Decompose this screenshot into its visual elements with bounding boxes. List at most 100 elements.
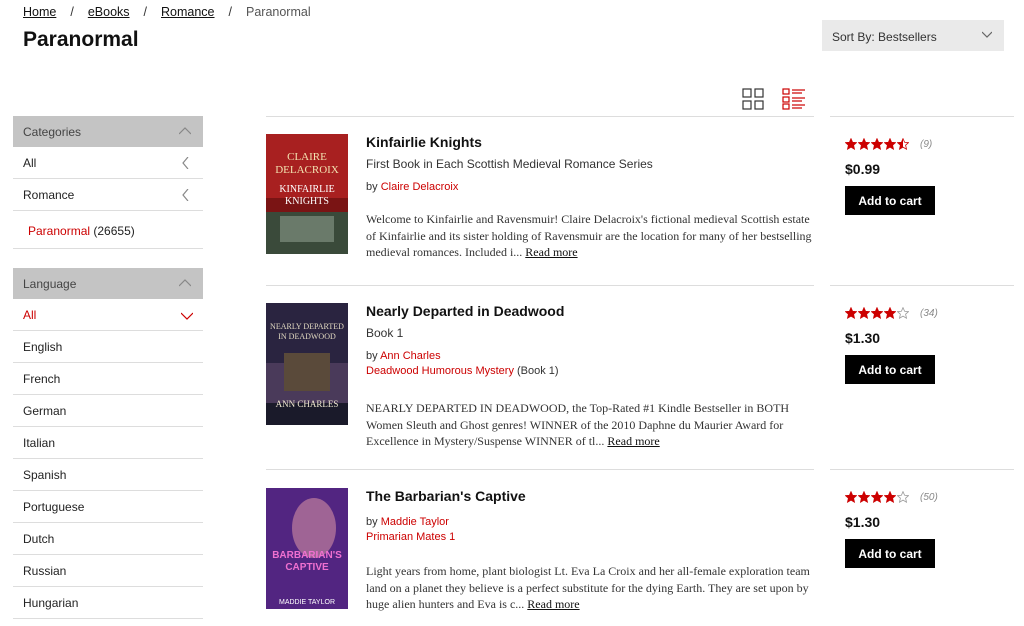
author-link[interactable]: Maddie Taylor — [381, 516, 449, 528]
read-more-link[interactable]: Read more — [607, 434, 659, 448]
categories-facet: Categories All Romance Paranormal (26655… — [13, 116, 203, 249]
grid-view-icon[interactable] — [742, 88, 764, 110]
chevron-up-icon — [179, 127, 191, 135]
chevron-left-icon — [182, 189, 189, 201]
svg-text:KNIGHTS: KNIGHTS — [285, 196, 329, 207]
byline-prefix: by — [366, 181, 378, 193]
sort-label: Sort By: Bestsellers — [832, 30, 937, 44]
sort-dropdown[interactable]: Sort By: Bestsellers — [822, 20, 1004, 51]
book-cover[interactable]: CLAIRE DELACROIX KINFAIRLIE KNIGHTS — [266, 134, 348, 254]
language-item-german[interactable]: German — [13, 395, 203, 427]
book-cover[interactable]: BARBARIAN'S CAPTIVE MADDIE TAYLOR — [266, 488, 348, 609]
book-cover[interactable]: NEARLY DEPARTED IN DEADWOOD ANN CHARLES — [266, 303, 348, 425]
language-item-label: Russian — [23, 564, 67, 578]
author-link[interactable]: Claire Delacroix — [381, 181, 459, 193]
breadcrumb-separator: / — [228, 5, 232, 19]
breadcrumb-ebooks[interactable]: eBooks — [88, 5, 130, 19]
star-rating: (9) — [845, 137, 1015, 151]
book-cover-image: BARBARIAN'S CAPTIVE MADDIE TAYLOR — [266, 488, 348, 609]
breadcrumb-separator: / — [143, 5, 148, 19]
star-filled-icon — [858, 491, 870, 503]
book-cover-image: CLAIRE DELACROIX KINFAIRLIE KNIGHTS — [266, 134, 348, 254]
language-item-label: Dutch — [23, 532, 55, 546]
add-to-cart-button[interactable]: Add to cart — [845, 355, 935, 384]
product-title[interactable]: The Barbarian's Captive — [366, 488, 814, 504]
series-link[interactable]: Primarian Mates 1 — [366, 531, 455, 543]
product-buy-box: (9) $0.99 Add to cart — [845, 137, 1015, 215]
language-item-label: All — [23, 308, 37, 322]
breadcrumb-separator: / — [70, 5, 74, 19]
product-subtitle: First Book in Each Scottish Medieval Rom… — [366, 157, 653, 171]
language-item-english[interactable]: English — [13, 331, 203, 363]
category-item-label: Romance — [23, 188, 75, 202]
rating-count: (50) — [920, 491, 938, 503]
category-item-paranormal[interactable]: Paranormal (26655) — [13, 211, 203, 249]
svg-text:CAPTIVE: CAPTIVE — [285, 562, 329, 573]
star-rating: (34) — [845, 306, 1015, 320]
category-count: (26655) — [93, 224, 135, 238]
star-filled-icon — [858, 138, 870, 150]
chevron-down-icon — [181, 312, 193, 320]
language-item-hungarian[interactable]: Hungarian — [13, 587, 203, 619]
language-facet: Language All English French German Itali… — [13, 268, 203, 619]
product-buy-box: (34) $1.30 Add to cart — [845, 306, 1015, 384]
star-filled-icon — [871, 491, 883, 503]
star-rating: (50) — [845, 490, 1015, 504]
language-item-spanish[interactable]: Spanish — [13, 459, 203, 491]
product-description: Welcome to Kinfairlie and Ravensmuir! Cl… — [366, 211, 814, 261]
language-item-label: Italian — [23, 436, 56, 450]
read-more-link[interactable]: Read more — [527, 597, 579, 611]
series-link[interactable]: Deadwood Humorous Mystery — [366, 365, 514, 377]
breadcrumb-romance[interactable]: Romance — [161, 5, 215, 19]
product-byline: by Maddie Taylor — [366, 516, 814, 528]
list-view-icon[interactable] — [782, 88, 806, 110]
category-item-label: Paranormal — [28, 224, 91, 238]
language-item-label: English — [23, 340, 63, 354]
product-info: The Barbarian's Captive by Maddie Taylor… — [366, 488, 814, 613]
product-buy-box: (50) $1.30 Add to cart — [845, 490, 1015, 568]
page-title: Paranormal — [23, 28, 139, 51]
svg-text:KINFAIRLIE: KINFAIRLIE — [279, 184, 334, 195]
svg-text:MADDIE TAYLOR: MADDIE TAYLOR — [279, 599, 335, 606]
language-item-all[interactable]: All — [13, 299, 203, 331]
star-filled-icon — [871, 307, 883, 319]
language-header-label: Language — [23, 277, 77, 291]
breadcrumb-current: Paranormal — [246, 5, 311, 19]
language-item-label: Spanish — [23, 468, 67, 482]
category-item-romance[interactable]: Romance — [13, 179, 203, 211]
svg-text:BARBARIAN'S: BARBARIAN'S — [272, 550, 342, 561]
divider — [830, 469, 1014, 470]
description-text: Light years from home, plant biologist L… — [366, 564, 810, 611]
product-title[interactable]: Kinfairlie Knights — [366, 134, 814, 150]
categories-header[interactable]: Categories — [13, 116, 203, 147]
chevron-up-icon — [179, 279, 191, 287]
star-filled-icon — [858, 307, 870, 319]
divider — [266, 116, 814, 117]
product-byline: by Ann Charles — [366, 350, 814, 362]
language-item-dutch[interactable]: Dutch — [13, 523, 203, 555]
description-text: Welcome to Kinfairlie and Ravensmuir! Cl… — [366, 212, 812, 259]
language-item-portuguese[interactable]: Portuguese — [13, 491, 203, 523]
language-item-italian[interactable]: Italian — [13, 427, 203, 459]
star-filled-icon — [845, 491, 857, 503]
star-filled-icon — [871, 138, 883, 150]
star-empty-icon — [897, 307, 909, 319]
read-more-link[interactable]: Read more — [525, 245, 577, 259]
language-header[interactable]: Language — [13, 268, 203, 299]
category-item-all[interactable]: All — [13, 147, 203, 179]
divider — [266, 285, 814, 286]
divider — [830, 116, 1014, 117]
author-link[interactable]: Ann Charles — [380, 350, 441, 362]
product-subtitle: Book 1 — [366, 326, 404, 340]
product-title[interactable]: Nearly Departed in Deadwood — [366, 303, 814, 319]
language-item-label: French — [23, 372, 61, 386]
breadcrumb-home[interactable]: Home — [23, 5, 56, 19]
language-item-french[interactable]: French — [13, 363, 203, 395]
add-to-cart-button[interactable]: Add to cart — [845, 539, 935, 568]
add-to-cart-button[interactable]: Add to cart — [845, 186, 935, 215]
product-series: Primarian Mates 1 — [366, 531, 814, 543]
language-item-label: German — [23, 404, 67, 418]
byline-prefix: by — [366, 516, 378, 528]
language-item-russian[interactable]: Russian — [13, 555, 203, 587]
product-price: $1.30 — [845, 514, 881, 530]
